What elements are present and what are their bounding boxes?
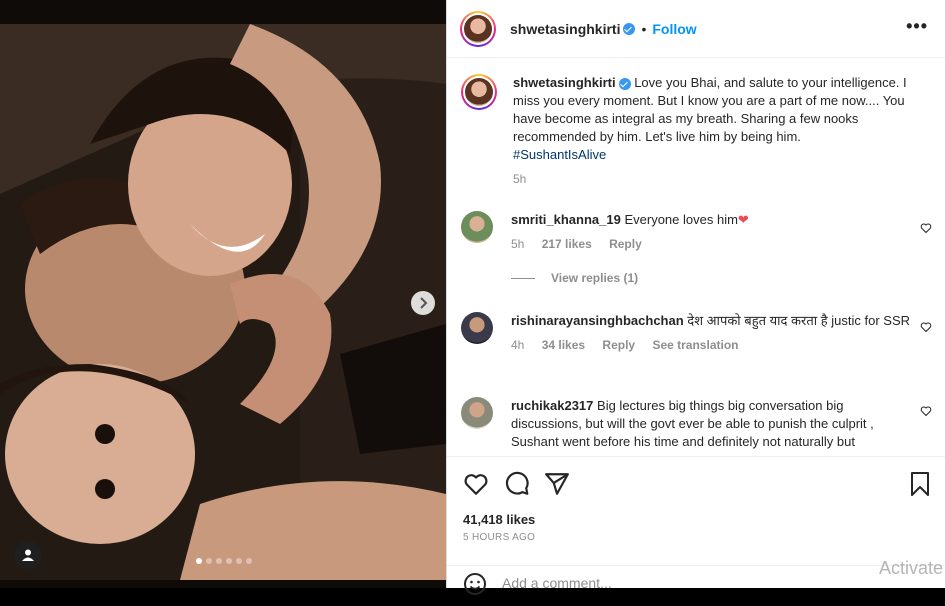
comment-likes[interactable]: 217 likes — [542, 237, 592, 251]
carousel-dot — [226, 558, 232, 564]
post-header: shwetasinghkirti • Follow ••• — [447, 0, 945, 58]
commenter-avatar[interactable] — [461, 312, 493, 344]
carousel-indicators — [196, 558, 252, 564]
comment-username[interactable]: ruchikak2317 — [511, 398, 593, 413]
add-comment-input[interactable]: Add a comment... — [502, 575, 612, 591]
post-photo — [0, 24, 446, 580]
posted-time: 5 HOURS AGO — [463, 532, 536, 543]
author-username[interactable]: shwetasinghkirti — [510, 21, 620, 37]
caption-username[interactable]: shwetasinghkirti — [513, 75, 616, 90]
carousel-dot — [236, 558, 242, 564]
verified-badge-icon — [618, 77, 631, 90]
see-translation-button[interactable]: See translation — [652, 338, 738, 352]
smiley-icon[interactable] — [463, 572, 487, 596]
comment-item: rishinarayansinghbachchan देश आपको बहुत … — [461, 312, 911, 354]
commenter-avatar[interactable] — [461, 397, 493, 429]
comment-username[interactable]: rishinarayansinghbachchan — [511, 313, 684, 328]
caption-avatar[interactable] — [461, 74, 497, 110]
comments-scroll-area[interactable]: shwetasinghkirti Love you Bhai, and salu… — [447, 58, 945, 455]
share-icon[interactable] — [544, 471, 570, 497]
comment-text: Everyone loves him — [624, 212, 738, 227]
follow-button[interactable]: Follow — [652, 21, 696, 37]
separator-dot: • — [641, 20, 647, 37]
post-details-pane: shwetasinghkirti • Follow ••• shwetasing… — [446, 0, 945, 595]
hashtag-link[interactable]: #SushantIsAlive — [513, 147, 606, 162]
caption-time: 5h — [513, 172, 527, 186]
replies-divider — [511, 278, 535, 280]
reply-button[interactable]: Reply — [602, 338, 635, 352]
caption: shwetasinghkirti Love you Bhai, and salu… — [461, 74, 913, 188]
comment-time: 4h — [511, 338, 525, 352]
comment-item: smriti_khanna_19 Everyone loves him❤ 5h … — [461, 211, 911, 287]
verified-badge-icon — [623, 22, 636, 35]
comment-item: ruchikak2317 Big lectures big things big… — [461, 397, 911, 451]
add-comment-bar: Add a comment... — [447, 565, 945, 606]
more-options-icon[interactable]: ••• — [906, 16, 928, 37]
carousel-dot — [246, 558, 252, 564]
like-comment-heart-icon[interactable] — [920, 222, 932, 234]
carousel-dot — [206, 558, 212, 564]
instagram-post: shwetasinghkirti • Follow ••• shwetasing… — [0, 0, 945, 595]
reply-button[interactable]: Reply — [609, 237, 642, 251]
carousel-dot — [216, 558, 222, 564]
comment-username[interactable]: smriti_khanna_19 — [511, 212, 621, 227]
user-icon — [22, 549, 34, 561]
comment-time: 5h — [511, 237, 525, 251]
bookmark-icon[interactable] — [908, 471, 932, 497]
like-comment-heart-icon[interactable] — [920, 405, 932, 417]
red-heart-emoji: ❤ — [737, 212, 749, 227]
author-avatar[interactable] — [460, 10, 496, 47]
tagged-users-button[interactable] — [14, 541, 42, 569]
post-media[interactable] — [0, 0, 446, 588]
view-replies-button[interactable]: View replies (1) — [551, 271, 638, 285]
comment-likes[interactable]: 34 likes — [542, 338, 585, 352]
post-actions: 41,418 likes 5 HOURS AGO Add a comment..… — [447, 456, 945, 595]
carousel-dot — [196, 558, 202, 564]
comment-icon[interactable] — [504, 471, 530, 497]
chevron-right-icon — [420, 297, 428, 309]
likes-count[interactable]: 41,418 likes — [463, 512, 535, 527]
activate-windows-watermark: Activate — [878, 558, 943, 578]
like-comment-heart-icon[interactable] — [920, 321, 932, 333]
commenter-avatar[interactable] — [461, 211, 493, 243]
next-slide-button[interactable] — [411, 291, 435, 315]
comment-text: देश आपको बहुत याद करता है justic for SSR — [687, 313, 911, 328]
heart-icon[interactable] — [463, 471, 489, 497]
